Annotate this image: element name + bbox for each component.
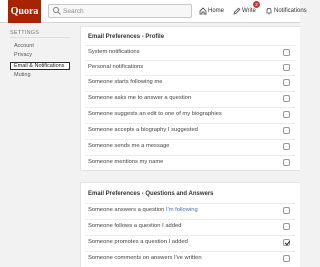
following-link[interactable]: I'm following	[166, 207, 198, 213]
pref-row[interactable]: Someone accepts a biography I suggested	[85, 123, 295, 137]
sidebar-divider	[10, 37, 70, 38]
search-placeholder: Search	[63, 8, 84, 15]
sidebar-item-muting[interactable]: Muting	[14, 71, 31, 79]
section-title-profile: Email Preferences - Profile	[88, 34, 165, 40]
nav-home-label: Home	[208, 8, 225, 14]
home-icon	[199, 7, 207, 15]
pref-row[interactable]: Someone suggests an edit to one of my bi…	[85, 107, 295, 121]
pref-label: Someone starts following me	[88, 79, 163, 85]
pref-checkbox[interactable]	[283, 223, 290, 230]
pref-checkbox[interactable]	[283, 49, 290, 56]
pref-checkbox-checked[interactable]	[283, 239, 290, 246]
bell-icon	[266, 7, 272, 15]
pref-row[interactable]: Personal notifications	[85, 60, 295, 74]
pref-row[interactable]: Someone answers a question I'm following	[85, 203, 295, 217]
pref-row[interactable]: Someone mentions my name	[85, 155, 295, 169]
pref-checkbox[interactable]	[283, 127, 290, 134]
pref-label: Someone comments on answers I've written	[88, 255, 202, 261]
nav-notifications-label: Notifications	[274, 8, 307, 14]
section-title-questions-answers: Email Preferences - Questions and Answer…	[88, 191, 214, 197]
pref-row[interactable]: Someone starts following me	[85, 75, 295, 89]
pref-row[interactable]: Someone asks me to answer a question	[85, 91, 295, 105]
pref-checkbox[interactable]	[283, 79, 290, 86]
pref-checkbox[interactable]	[283, 143, 290, 150]
pref-checkbox[interactable]	[283, 64, 290, 71]
search-icon	[52, 6, 61, 15]
pref-checkbox[interactable]	[283, 95, 290, 102]
write-count-badge: 2	[253, 1, 260, 8]
pref-label: Someone asks me to answer a question	[88, 95, 192, 101]
pref-label-text: Someone answers a question	[88, 207, 166, 213]
pref-row[interactable]: Someone promotes a question I added	[85, 235, 295, 249]
pref-checkbox[interactable]	[283, 159, 290, 166]
pref-label: Someone answers a question I'm following	[88, 204, 198, 217]
top-bar: Quora Search Home Write 2 Notifications	[0, 0, 307, 23]
pref-label: Someone mentions my name	[88, 159, 164, 165]
pref-label: Someone follows a question I added	[88, 223, 182, 229]
settings-title: SETTINGS	[10, 30, 40, 36]
pref-label: Someone suggests an edit to one of my bi…	[88, 111, 222, 117]
pref-checkbox[interactable]	[283, 111, 290, 118]
pref-label: Someone sends me a message	[88, 143, 170, 149]
pref-label: Personal notifications	[88, 64, 144, 70]
sidebar-item-email-notifications[interactable]: Email & Notifications	[10, 62, 70, 70]
pref-label: System notifications	[88, 49, 140, 55]
pref-checkbox[interactable]	[283, 207, 290, 214]
pref-label: Someone promotes a question I added	[88, 239, 188, 245]
search-input[interactable]: Search	[48, 4, 192, 18]
sidebar-item-privacy[interactable]: Privacy	[14, 51, 32, 59]
pref-row[interactable]: System notifications	[85, 45, 295, 59]
pref-row[interactable]: Someone sends me a message	[85, 139, 295, 153]
quora-logo[interactable]: Quora	[8, 0, 41, 23]
sidebar-item-account[interactable]: Account	[14, 42, 34, 50]
pref-checkbox[interactable]	[283, 255, 290, 262]
pref-row[interactable]: Someone comments on answers I've written	[85, 251, 295, 265]
pencil-icon	[233, 7, 241, 15]
pref-row[interactable]: Someone follows a question I added	[85, 219, 295, 233]
pref-label: Someone accepts a biography I suggested	[88, 127, 198, 133]
